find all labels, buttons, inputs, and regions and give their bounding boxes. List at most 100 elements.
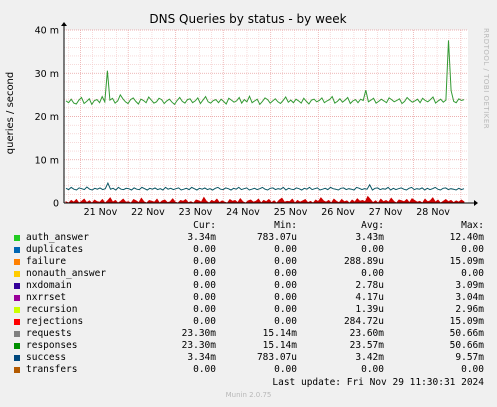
legend-min: 0.00 xyxy=(274,292,297,303)
x-tick-label: 21 Nov xyxy=(84,207,118,215)
legend-cur: 0.00 xyxy=(193,244,216,255)
legend-cur: 3.34m xyxy=(187,352,216,363)
legend-min: 0.00 xyxy=(274,268,297,279)
legend-max: 9.57m xyxy=(455,352,484,363)
legend-max: 0.00 xyxy=(461,364,484,375)
legend-min: 0.00 xyxy=(274,316,297,327)
legend-row-nxrrset: nxrrset 0.00 0.00 4.17u 3.04m xyxy=(8,292,492,304)
legend-swatch xyxy=(14,235,20,241)
legend-max: 0.00 xyxy=(461,244,484,255)
legend-min: 15.14m xyxy=(262,328,297,339)
rrdtool-credit: RRDTOOL / TOBI OETIKER xyxy=(482,28,490,129)
legend-avg: 23.60m xyxy=(349,328,384,339)
y-axis-arrow xyxy=(61,22,67,26)
legend-max: 50.66m xyxy=(449,340,484,351)
legend-swatch xyxy=(14,331,20,337)
legend-avg: 4.17u xyxy=(355,292,384,303)
legend-row-rejections: rejections 0.00 0.00 284.72u 15.09m xyxy=(8,316,492,328)
legend-name: nonauth_answer xyxy=(26,268,107,279)
legend-avg: 2.78u xyxy=(355,280,384,291)
legend-name: rejections xyxy=(26,316,84,327)
x-tick-label: 22 Nov xyxy=(131,207,165,215)
legend-cur: 0.00 xyxy=(193,256,216,267)
x-tick-label: 24 Nov xyxy=(226,207,260,215)
legend-avg: 1.39u xyxy=(355,304,384,315)
munin-version: Munin 2.0.75 xyxy=(225,391,272,399)
legend-max: 3.04m xyxy=(455,292,484,303)
x-tick-label: 27 Nov xyxy=(369,207,403,215)
legend-swatch xyxy=(14,271,20,277)
legend-avg: 23.57m xyxy=(349,340,384,351)
legend-min: 0.00 xyxy=(274,244,297,255)
legend-name: requests xyxy=(26,328,72,339)
legend-cur: 0.00 xyxy=(193,292,216,303)
legend-cur: 23.30m xyxy=(181,328,216,339)
legend-cur: 0.00 xyxy=(193,280,216,291)
legend-max: 0.00 xyxy=(461,268,484,279)
legend-min: 0.00 xyxy=(274,280,297,291)
legend-min: 0.00 xyxy=(274,304,297,315)
legend-swatch xyxy=(14,367,20,373)
legend-row-nxdomain: nxdomain 0.00 0.00 2.78u 3.09m xyxy=(8,280,492,292)
legend-swatch xyxy=(14,307,20,313)
legend-row-requests: requests 23.30m 15.14m 23.60m 50.66m xyxy=(8,328,492,340)
x-tick-label: 25 Nov xyxy=(274,207,308,215)
legend-name: nxrrset xyxy=(26,292,67,303)
legend-row-failure: failure 0.00 0.00 288.89u 15.09m xyxy=(8,256,492,268)
last-update: Last update: Fri Nov 29 11:30:31 2024 xyxy=(272,377,484,388)
y-tick-label: 20 m xyxy=(35,112,59,123)
header-max: Max: xyxy=(461,220,484,231)
legend-swatch xyxy=(14,319,20,325)
header-min: Min: xyxy=(274,220,297,231)
legend-swatch xyxy=(14,355,20,361)
chart-title: DNS Queries by status - by week xyxy=(149,12,346,26)
legend-row-recursion: recursion 0.00 0.00 1.39u 2.96m xyxy=(8,304,492,316)
legend-header: Cur: Min: Avg: Max: xyxy=(8,220,492,232)
header-avg: Avg: xyxy=(361,220,384,231)
legend-row-responses: responses 23.30m 15.14m 23.57m 50.66m xyxy=(8,340,492,352)
legend-row-success: success 3.34m 783.07u 3.42m 9.57m xyxy=(8,352,492,364)
legend-avg: 3.43m xyxy=(355,232,384,243)
legend-max: 3.09m xyxy=(455,280,484,291)
legend-avg: 0.00 xyxy=(361,364,384,375)
legend-name: responses xyxy=(26,340,78,351)
y-tick-label: 0 xyxy=(53,199,59,210)
legend-row-auth-answer: auth_answer 3.34m 783.07u 3.43m 12.40m xyxy=(8,232,492,244)
legend-max: 15.09m xyxy=(449,316,484,327)
legend-swatch xyxy=(14,295,20,301)
legend-cur: 23.30m xyxy=(181,340,216,351)
y-axis-label: queries / second xyxy=(5,72,16,154)
legend-avg: 0.00 xyxy=(361,244,384,255)
x-axis-arrow xyxy=(474,200,478,206)
legend-min: 0.00 xyxy=(274,364,297,375)
legend-cur: 0.00 xyxy=(193,316,216,327)
legend-cur: 0.00 xyxy=(193,364,216,375)
x-tick-label: 28 Nov xyxy=(416,207,450,215)
legend-name: success xyxy=(26,352,67,363)
legend-avg: 288.89u xyxy=(343,256,384,267)
header-cur: Cur: xyxy=(193,220,216,231)
legend-cur: 3.34m xyxy=(187,232,216,243)
legend-name: auth_answer xyxy=(26,232,89,243)
y-tick-label: 40 m xyxy=(35,26,59,37)
legend-swatch xyxy=(14,259,20,265)
legend: Cur: Min: Avg: Max: auth_answer 3.34m 783.… xyxy=(8,220,492,376)
legend-row-nonauth-answer: nonauth_answer 0.00 0.00 0.00 0.00 xyxy=(8,268,492,280)
legend-max: 50.66m xyxy=(449,328,484,339)
legend-min: 15.14m xyxy=(262,340,297,351)
legend-name: nxdomain xyxy=(26,280,72,291)
legend-avg: 284.72u xyxy=(343,316,384,327)
legend-max: 15.09m xyxy=(449,256,484,267)
legend-min: 0.00 xyxy=(274,256,297,267)
legend-row-duplicates: duplicates 0.00 0.00 0.00 0.00 xyxy=(8,244,492,256)
y-tick-label: 30 m xyxy=(35,69,59,80)
legend-max: 2.96m xyxy=(455,304,484,315)
legend-name: transfers xyxy=(26,364,78,375)
legend-min: 783.07u xyxy=(256,352,297,363)
legend-avg: 0.00 xyxy=(361,268,384,279)
x-tick-label: 23 Nov xyxy=(179,207,213,215)
legend-avg: 3.42m xyxy=(355,352,384,363)
legend-cur: 0.00 xyxy=(193,304,216,315)
y-tick-label: 10 m xyxy=(35,155,59,166)
legend-swatch xyxy=(14,247,20,253)
